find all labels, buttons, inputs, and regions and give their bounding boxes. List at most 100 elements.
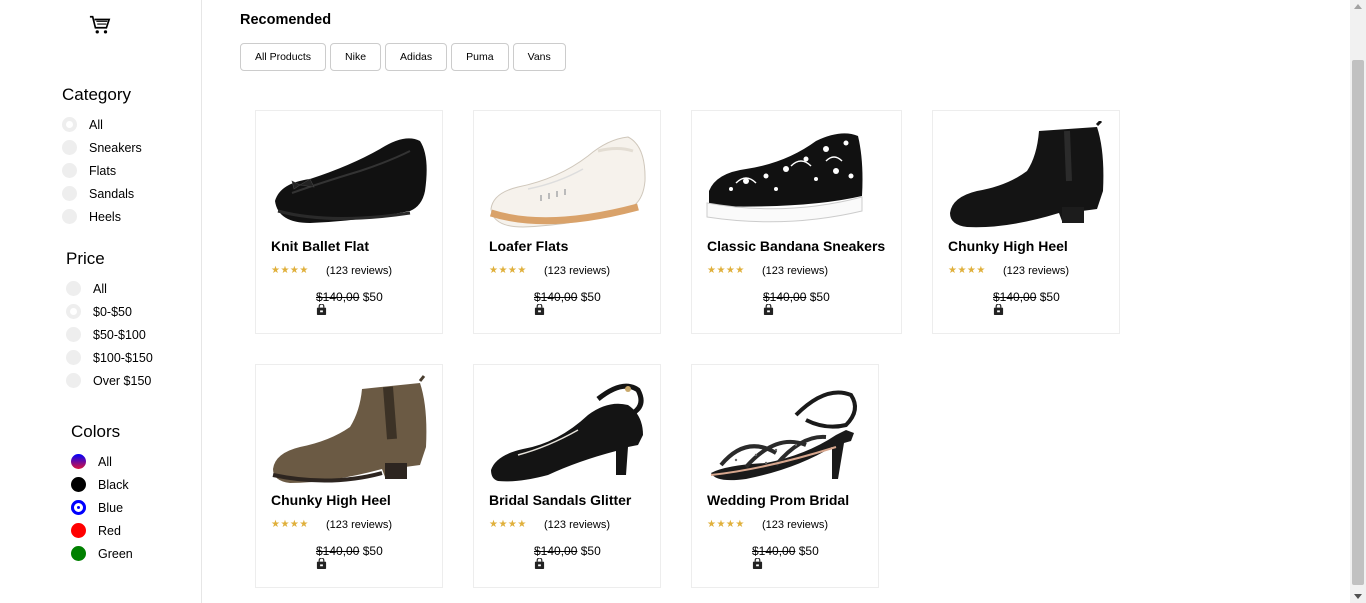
category-option-flats[interactable]: Flats [62, 159, 142, 182]
category-option-sneakers[interactable]: Sneakers [62, 136, 142, 159]
brand-filter-bar: All Products Nike Adidas Puma Vans [240, 43, 566, 71]
color-option-all[interactable]: All [71, 450, 133, 473]
color-swatch[interactable] [71, 500, 86, 515]
review-count: (123 reviews) [762, 265, 829, 277]
old-price: $140,00 [763, 290, 807, 304]
color-swatch[interactable] [71, 546, 86, 561]
color-swatch[interactable] [71, 523, 86, 538]
color-option-green[interactable]: Green [71, 542, 133, 565]
scroll-up-arrow-icon[interactable] [1354, 4, 1362, 9]
shopping-cart-icon[interactable] [89, 14, 111, 36]
current-price: $50 [1039, 290, 1060, 304]
filter-vans-button[interactable]: Vans [512, 43, 566, 71]
option-label: Over $150 [93, 373, 152, 388]
old-price: $140,00 [316, 290, 360, 304]
star-rating-icon: ★★★★ [271, 519, 309, 530]
category-option-heels[interactable]: Heels [62, 205, 142, 228]
radio-icon[interactable] [62, 209, 77, 224]
option-label: Sneakers [89, 140, 142, 155]
current-price: $50 [809, 290, 830, 304]
product-card[interactable]: Bridal Sandals Glitter ★★★★ (123 reviews… [473, 364, 661, 588]
review-count: (123 reviews) [326, 519, 393, 531]
brown-ankle-boot-image [272, 375, 427, 483]
price-option-over-150[interactable]: Over $150 [66, 369, 153, 392]
colors-list: All Black Blue Red Green [71, 450, 133, 565]
strappy-sandal-image [710, 390, 857, 481]
price-option-0-50[interactable]: $0-$50 [66, 300, 153, 323]
product-card[interactable]: Classic Bandana Sneakers ★★★★ (123 revie… [691, 110, 902, 334]
star-rating-icon: ★★★★ [707, 519, 745, 530]
shopping-bag-icon[interactable] [316, 304, 327, 315]
price: $140,00 $50 [763, 290, 830, 304]
old-price: $140,00 [993, 290, 1037, 304]
category-list: All Sneakers Flats Sandals Heels [62, 113, 142, 228]
option-label: All [98, 454, 112, 469]
product-title: Loafer Flats [489, 238, 569, 254]
price-title: Price [66, 249, 105, 268]
radio-icon[interactable] [62, 186, 77, 201]
option-label: Blue [98, 500, 124, 515]
option-label: $100-$150 [93, 350, 153, 365]
radio-icon[interactable] [62, 163, 77, 178]
star-rating-icon: ★★★★ [707, 265, 745, 276]
black-heel-image [491, 383, 644, 482]
product-card[interactable]: Chunky High Heel ★★★★ (123 reviews) $140… [932, 110, 1120, 334]
recommended-title: Recomended [240, 12, 332, 28]
review-count: (123 reviews) [326, 265, 393, 277]
scroll-down-arrow-icon[interactable] [1354, 594, 1362, 599]
radio-icon[interactable] [66, 373, 81, 388]
old-price: $140,00 [752, 544, 796, 558]
filter-adidas-button[interactable]: Adidas [385, 43, 448, 71]
shopping-bag-icon[interactable] [993, 304, 1004, 315]
option-label: Black [98, 477, 129, 492]
shopping-bag-icon[interactable] [534, 558, 545, 569]
price-option-50-100[interactable]: $50-$100 [66, 323, 153, 346]
radio-icon[interactable] [66, 327, 81, 342]
product-card[interactable]: Knit Ballet Flat ★★★★ (123 reviews) $140… [255, 110, 443, 334]
color-swatch[interactable] [71, 477, 86, 492]
radio-icon[interactable] [66, 281, 81, 296]
review-count: (123 reviews) [762, 519, 829, 531]
color-option-red[interactable]: Red [71, 519, 133, 542]
radio-icon[interactable] [66, 350, 81, 365]
price-option-all[interactable]: All [66, 277, 153, 300]
option-label: All [89, 117, 103, 132]
option-label: Red [98, 523, 121, 538]
product-card[interactable]: Chunky High Heel ★★★★ (123 reviews) $140… [255, 364, 443, 588]
current-price: $50 [362, 290, 383, 304]
category-option-sandals[interactable]: Sandals [62, 182, 142, 205]
price: $140,00 $50 [534, 544, 601, 558]
filter-puma-button[interactable]: Puma [451, 43, 509, 71]
price: $140,00 $50 [534, 290, 601, 304]
category-option-all[interactable]: All [62, 113, 142, 136]
radio-icon[interactable] [62, 117, 77, 132]
radio-icon[interactable] [62, 140, 77, 155]
filter-nike-button[interactable]: Nike [330, 43, 382, 71]
color-swatch[interactable] [71, 454, 86, 469]
option-label: Sandals [89, 186, 135, 201]
product-title: Bridal Sandals Glitter [489, 492, 632, 508]
price-option-100-150[interactable]: $100-$150 [66, 346, 153, 369]
price: $140,00 $50 [993, 290, 1060, 304]
option-label: Flats [89, 163, 117, 178]
product-title: Knit Ballet Flat [271, 238, 370, 254]
option-label: All [93, 281, 107, 296]
shopping-bag-icon[interactable] [316, 558, 327, 569]
product-card[interactable]: Loafer Flats ★★★★ (123 reviews) $140,00 … [473, 110, 661, 334]
option-label: $0-$50 [93, 304, 132, 319]
color-option-black[interactable]: Black [71, 473, 133, 496]
shopping-bag-icon[interactable] [752, 558, 763, 569]
color-option-blue[interactable]: Blue [71, 496, 133, 519]
shopping-bag-icon[interactable] [763, 304, 774, 315]
shopping-bag-icon[interactable] [534, 304, 545, 315]
scrollbar-thumb[interactable] [1352, 60, 1364, 585]
product-card[interactable]: Wedding Prom Bridal ★★★★ (123 reviews) $… [691, 364, 879, 588]
star-rating-icon: ★★★★ [948, 265, 986, 276]
old-price: $140,00 [534, 544, 578, 558]
price-list: All $0-$50 $50-$100 $100-$150 Over $150 [66, 277, 153, 392]
radio-icon[interactable] [66, 304, 81, 319]
vertical-scrollbar[interactable] [1350, 0, 1366, 603]
filter-all-products-button[interactable]: All Products [240, 43, 327, 71]
current-price: $50 [362, 544, 383, 558]
price: $140,00 $50 [752, 544, 819, 558]
